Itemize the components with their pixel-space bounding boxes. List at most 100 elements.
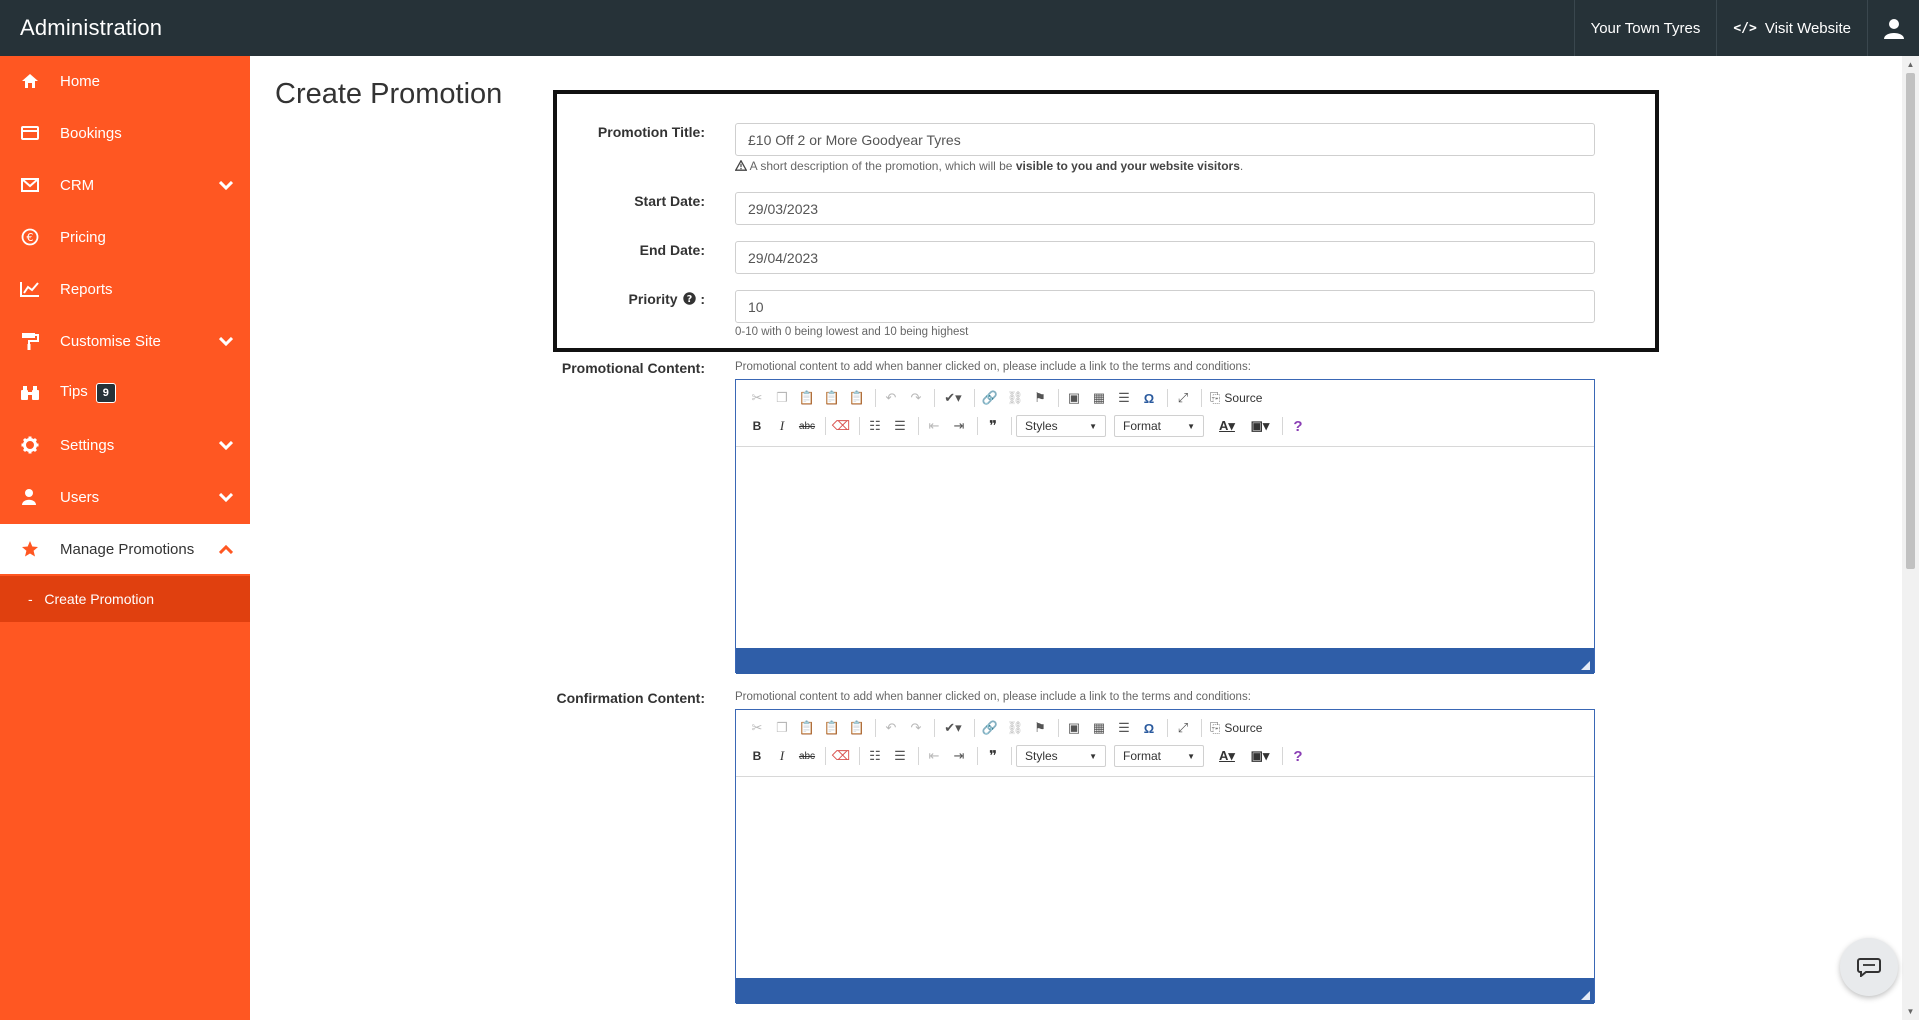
source-button[interactable]: ⎘ Source bbox=[1210, 390, 1262, 406]
paste-icon[interactable]: 📋 bbox=[796, 387, 818, 409]
confirmation-content-textarea[interactable] bbox=[736, 776, 1594, 978]
copy-icon[interactable]: ❐ bbox=[771, 387, 793, 409]
redo-icon[interactable]: ↷ bbox=[905, 387, 927, 409]
indent-icon[interactable]: ⇥ bbox=[948, 745, 970, 767]
user-menu-button[interactable] bbox=[1867, 0, 1919, 56]
image-icon[interactable]: ▣ bbox=[1063, 717, 1085, 739]
toolbar-separator bbox=[859, 417, 860, 435]
copy-icon[interactable]: ❐ bbox=[771, 717, 793, 739]
site-name-link[interactable]: Your Town Tyres bbox=[1573, 0, 1717, 56]
chevron-down-icon bbox=[202, 492, 250, 502]
editor-toolbar-row-2: B I abc ⌫ ☷ ☰ ⇤ ⇥ ❞ Styles ▼ Format ▼ A▾ ▣… bbox=[736, 412, 1594, 440]
paste-word-icon[interactable]: 📋 bbox=[846, 717, 868, 739]
strikethrough-button[interactable]: abc bbox=[796, 745, 818, 767]
maximize-icon[interactable]: ⤢ bbox=[1172, 717, 1194, 739]
editor-footer bbox=[736, 648, 1594, 674]
sidebar: Home Bookings CRM € Pricing Reports Cust… bbox=[0, 56, 250, 1020]
bulleted-list-icon[interactable]: ☰ bbox=[889, 745, 911, 767]
outdent-icon[interactable]: ⇤ bbox=[923, 415, 945, 437]
sidebar-item-home[interactable]: Home bbox=[0, 56, 250, 106]
blockquote-icon[interactable]: ❞ bbox=[982, 415, 1004, 437]
priority-input[interactable]: 10 bbox=[735, 290, 1595, 323]
resize-handle-icon[interactable] bbox=[1581, 991, 1590, 1000]
sidebar-item-pricing[interactable]: € Pricing bbox=[0, 212, 250, 262]
anchor-flag-icon[interactable]: ⚑ bbox=[1029, 387, 1051, 409]
background-color-icon[interactable]: ▣▾ bbox=[1245, 745, 1275, 767]
format-dropdown[interactable]: Format ▼ bbox=[1114, 745, 1204, 767]
strikethrough-button[interactable]: abc bbox=[796, 415, 818, 437]
toolbar-separator bbox=[918, 747, 919, 765]
indent-icon[interactable]: ⇥ bbox=[948, 415, 970, 437]
bold-button[interactable]: B bbox=[746, 745, 768, 767]
sidebar-item-crm[interactable]: CRM bbox=[0, 160, 250, 210]
cut-icon[interactable]: ✂ bbox=[746, 717, 768, 739]
scroll-down-arrow-icon[interactable]: ▼ bbox=[1902, 1003, 1919, 1020]
paste-icon[interactable]: 📋 bbox=[796, 717, 818, 739]
table-icon[interactable]: ▦ bbox=[1088, 387, 1110, 409]
scroll-thumb[interactable] bbox=[1906, 73, 1915, 569]
italic-button[interactable]: I bbox=[771, 415, 793, 437]
page-scrollbar[interactable]: ▲ ▼ bbox=[1902, 56, 1919, 1020]
spellcheck-icon[interactable]: ✔▾ bbox=[939, 387, 967, 409]
unlink-icon[interactable]: ⛓ bbox=[1004, 387, 1026, 409]
table-icon[interactable]: ▦ bbox=[1088, 717, 1110, 739]
sidebar-item-label: Manage Promotions bbox=[60, 540, 195, 558]
blockquote-icon[interactable]: ❞ bbox=[982, 745, 1004, 767]
format-dropdown[interactable]: Format ▼ bbox=[1114, 415, 1204, 437]
paste-word-icon[interactable]: 📋 bbox=[846, 387, 868, 409]
sidebar-item-users[interactable]: Users bbox=[0, 472, 250, 522]
sidebar-subitem-create-promotion[interactable]: - Create Promotion bbox=[0, 576, 250, 622]
italic-button[interactable]: I bbox=[771, 745, 793, 767]
sidebar-item-bookings[interactable]: Bookings bbox=[0, 108, 250, 158]
promotional-content-textarea[interactable] bbox=[736, 446, 1594, 648]
help-icon[interactable]: ? bbox=[1287, 745, 1309, 767]
toolbar-separator bbox=[825, 417, 826, 435]
undo-icon[interactable]: ↶ bbox=[880, 387, 902, 409]
background-color-icon[interactable]: ▣▾ bbox=[1245, 415, 1275, 437]
sidebar-item-reports[interactable]: Reports bbox=[0, 264, 250, 314]
paste-text-icon[interactable]: 📋 bbox=[821, 717, 843, 739]
promotion-title-input[interactable]: £10 Off 2 or More Goodyear Tyres bbox=[735, 123, 1595, 156]
styles-dropdown[interactable]: Styles ▼ bbox=[1016, 415, 1106, 437]
visit-website-link[interactable]: </> Visit Website bbox=[1716, 0, 1867, 56]
paste-text-icon[interactable]: 📋 bbox=[821, 387, 843, 409]
text-color-icon[interactable]: A▾ bbox=[1212, 745, 1242, 767]
end-date-input[interactable]: 29/04/2023 bbox=[735, 241, 1595, 274]
horizontal-line-icon[interactable]: ☰ bbox=[1113, 717, 1135, 739]
numbered-list-icon[interactable]: ☷ bbox=[864, 415, 886, 437]
bulleted-list-icon[interactable]: ☰ bbox=[889, 415, 911, 437]
resize-handle-icon[interactable] bbox=[1581, 661, 1590, 670]
start-date-input[interactable]: 29/03/2023 bbox=[735, 192, 1595, 225]
link-icon[interactable]: 🔗 bbox=[979, 387, 1001, 409]
question-circle-icon[interactable]: ? bbox=[683, 292, 697, 305]
remove-format-icon[interactable]: ⌫ bbox=[830, 745, 852, 767]
chat-widget-button[interactable] bbox=[1840, 938, 1898, 996]
warning-icon bbox=[734, 159, 748, 171]
sidebar-item-settings[interactable]: Settings bbox=[0, 420, 250, 470]
outdent-icon[interactable]: ⇤ bbox=[923, 745, 945, 767]
sidebar-item-manage-promotions[interactable]: Manage Promotions bbox=[0, 524, 250, 574]
undo-icon[interactable]: ↶ bbox=[880, 717, 902, 739]
horizontal-line-icon[interactable]: ☰ bbox=[1113, 387, 1135, 409]
maximize-icon[interactable]: ⤢ bbox=[1172, 387, 1194, 409]
special-char-icon[interactable]: Ω bbox=[1138, 717, 1160, 739]
text-color-icon[interactable]: A▾ bbox=[1212, 415, 1242, 437]
sidebar-item-customise-site[interactable]: Customise Site bbox=[0, 316, 250, 366]
styles-dropdown[interactable]: Styles ▼ bbox=[1016, 745, 1106, 767]
remove-format-icon[interactable]: ⌫ bbox=[830, 415, 852, 437]
anchor-flag-icon[interactable]: ⚑ bbox=[1029, 717, 1051, 739]
help-icon[interactable]: ? bbox=[1287, 415, 1309, 437]
source-button[interactable]: ⎘ Source bbox=[1210, 720, 1262, 736]
image-icon[interactable]: ▣ bbox=[1063, 387, 1085, 409]
spellcheck-icon[interactable]: ✔▾ bbox=[939, 717, 967, 739]
app-title[interactable]: Administration bbox=[0, 15, 1574, 41]
link-icon[interactable]: 🔗 bbox=[979, 717, 1001, 739]
unlink-icon[interactable]: ⛓ bbox=[1004, 717, 1026, 739]
numbered-list-icon[interactable]: ☷ bbox=[864, 745, 886, 767]
sidebar-item-tips[interactable]: Tips 9 bbox=[0, 368, 250, 418]
bold-button[interactable]: B bbox=[746, 415, 768, 437]
special-char-icon[interactable]: Ω bbox=[1138, 387, 1160, 409]
cut-icon[interactable]: ✂ bbox=[746, 387, 768, 409]
scroll-up-arrow-icon[interactable]: ▲ bbox=[1902, 56, 1919, 73]
redo-icon[interactable]: ↷ bbox=[905, 717, 927, 739]
